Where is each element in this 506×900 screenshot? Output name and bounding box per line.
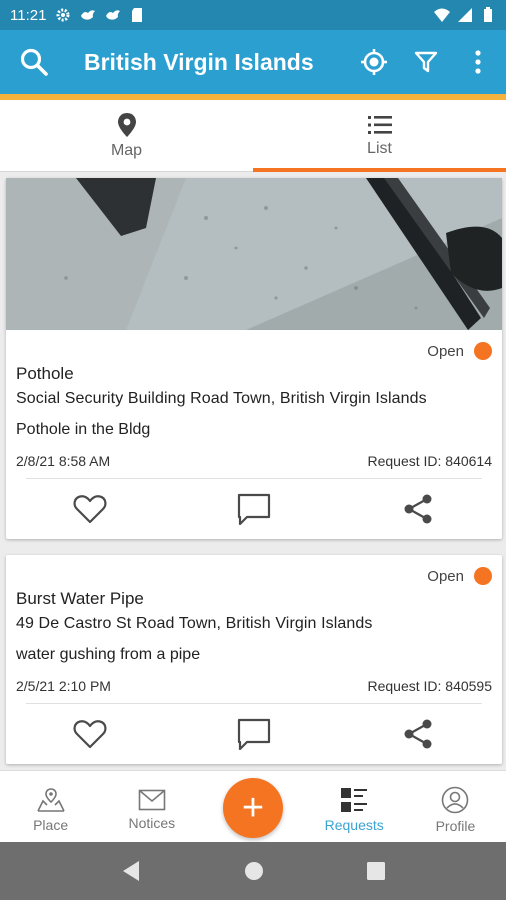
request-address: Social Security Building Road Town, Brit… (16, 390, 427, 407)
request-id: Request ID: 840595 (367, 678, 492, 694)
wifi-icon (434, 8, 450, 22)
nav-place-label: Place (33, 816, 69, 833)
request-description: water gushing from a pipe (16, 646, 201, 663)
comment-button[interactable] (234, 489, 274, 529)
requests-icon (341, 787, 368, 812)
profile-icon (442, 786, 469, 813)
status-bar: 11:21 (0, 0, 506, 30)
app-bar: British Virgin Islands (0, 30, 506, 94)
share-button[interactable] (398, 489, 438, 529)
tab-list[interactable]: List (253, 100, 506, 172)
status-label: Open (427, 342, 464, 360)
cell-signal-icon (458, 8, 472, 22)
like-button[interactable] (70, 489, 110, 529)
status-dot (474, 342, 492, 360)
request-date: 2/8/21 8:58 AM (16, 453, 111, 469)
settings-notification-icon (56, 8, 70, 22)
share-icon (404, 719, 432, 749)
nav-place[interactable]: Place (0, 771, 101, 842)
home-icon[interactable] (244, 861, 264, 881)
request-photo[interactable] (6, 178, 502, 330)
sd-card-icon (132, 8, 143, 22)
card-actions (6, 704, 502, 764)
view-tabs: Map List (0, 100, 506, 172)
comment-icon (237, 718, 271, 750)
comment-icon (237, 493, 271, 525)
battery-icon (484, 7, 492, 22)
status-time: 11:21 (10, 6, 47, 24)
recents-icon[interactable] (366, 862, 385, 880)
share-button[interactable] (398, 714, 438, 754)
photo-content (6, 178, 502, 330)
my-location-icon (361, 49, 387, 75)
like-button[interactable] (70, 714, 110, 754)
more-menu-button[interactable] (452, 30, 504, 94)
tab-map[interactable]: Map (0, 100, 253, 171)
nav-requests[interactable]: Requests (304, 771, 405, 842)
request-title: Pothole (16, 364, 74, 383)
plus-icon: + (241, 786, 265, 829)
status-dot (474, 567, 492, 585)
status-label: Open (427, 567, 464, 585)
mail-icon (138, 789, 166, 810)
request-description: Pothole in the Bldg (16, 421, 151, 438)
nav-profile-label: Profile (435, 817, 476, 834)
share-icon (404, 494, 432, 524)
meta-row: 2/8/21 8:58 AM Request ID: 840614 (16, 453, 492, 478)
back-icon[interactable] (121, 860, 141, 882)
request-card[interactable]: Open Pothole Social Security Building Ro… (6, 178, 502, 539)
request-date: 2/5/21 2:10 PM (16, 678, 111, 694)
request-title: Burst Water Pipe (16, 589, 144, 608)
page-title: British Virgin Islands (84, 48, 314, 75)
card-actions (6, 479, 502, 539)
comment-button[interactable] (234, 714, 274, 754)
request-id: Request ID: 840614 (367, 453, 492, 469)
heart-icon (73, 495, 107, 524)
system-nav-bar (0, 842, 506, 900)
more-vert-icon (475, 50, 481, 74)
fab-slot: + (202, 771, 303, 842)
tab-list-label: List (367, 139, 392, 157)
meta-row: 2/5/21 2:10 PM Request ID: 840595 (16, 678, 492, 703)
bottom-nav: Place Notices + Requests Profile (0, 770, 506, 842)
place-icon (36, 787, 65, 812)
nav-notices[interactable]: Notices (101, 771, 202, 842)
search-icon (20, 48, 48, 76)
tab-map-label: Map (110, 141, 143, 159)
map-pin-icon (117, 112, 136, 137)
list-icon (367, 115, 392, 134)
heart-icon (73, 720, 107, 749)
bird-notification-icon-2 (106, 10, 121, 20)
nav-profile[interactable]: Profile (405, 771, 506, 842)
locate-button[interactable] (348, 30, 400, 94)
nav-notices-label: Notices (128, 814, 176, 831)
request-card[interactable]: Open Burst Water Pipe 49 De Castro St Ro… (6, 555, 502, 764)
new-request-button[interactable]: + (223, 777, 283, 838)
filter-icon (414, 51, 438, 73)
request-list[interactable]: Open Pothole Social Security Building Ro… (0, 172, 506, 770)
bird-notification-icon (81, 10, 96, 20)
filter-button[interactable] (400, 30, 452, 94)
request-address: 49 De Castro St Road Town, British Virgi… (16, 615, 373, 632)
nav-requests-label: Requests (324, 816, 384, 833)
search-button[interactable] (8, 30, 60, 94)
